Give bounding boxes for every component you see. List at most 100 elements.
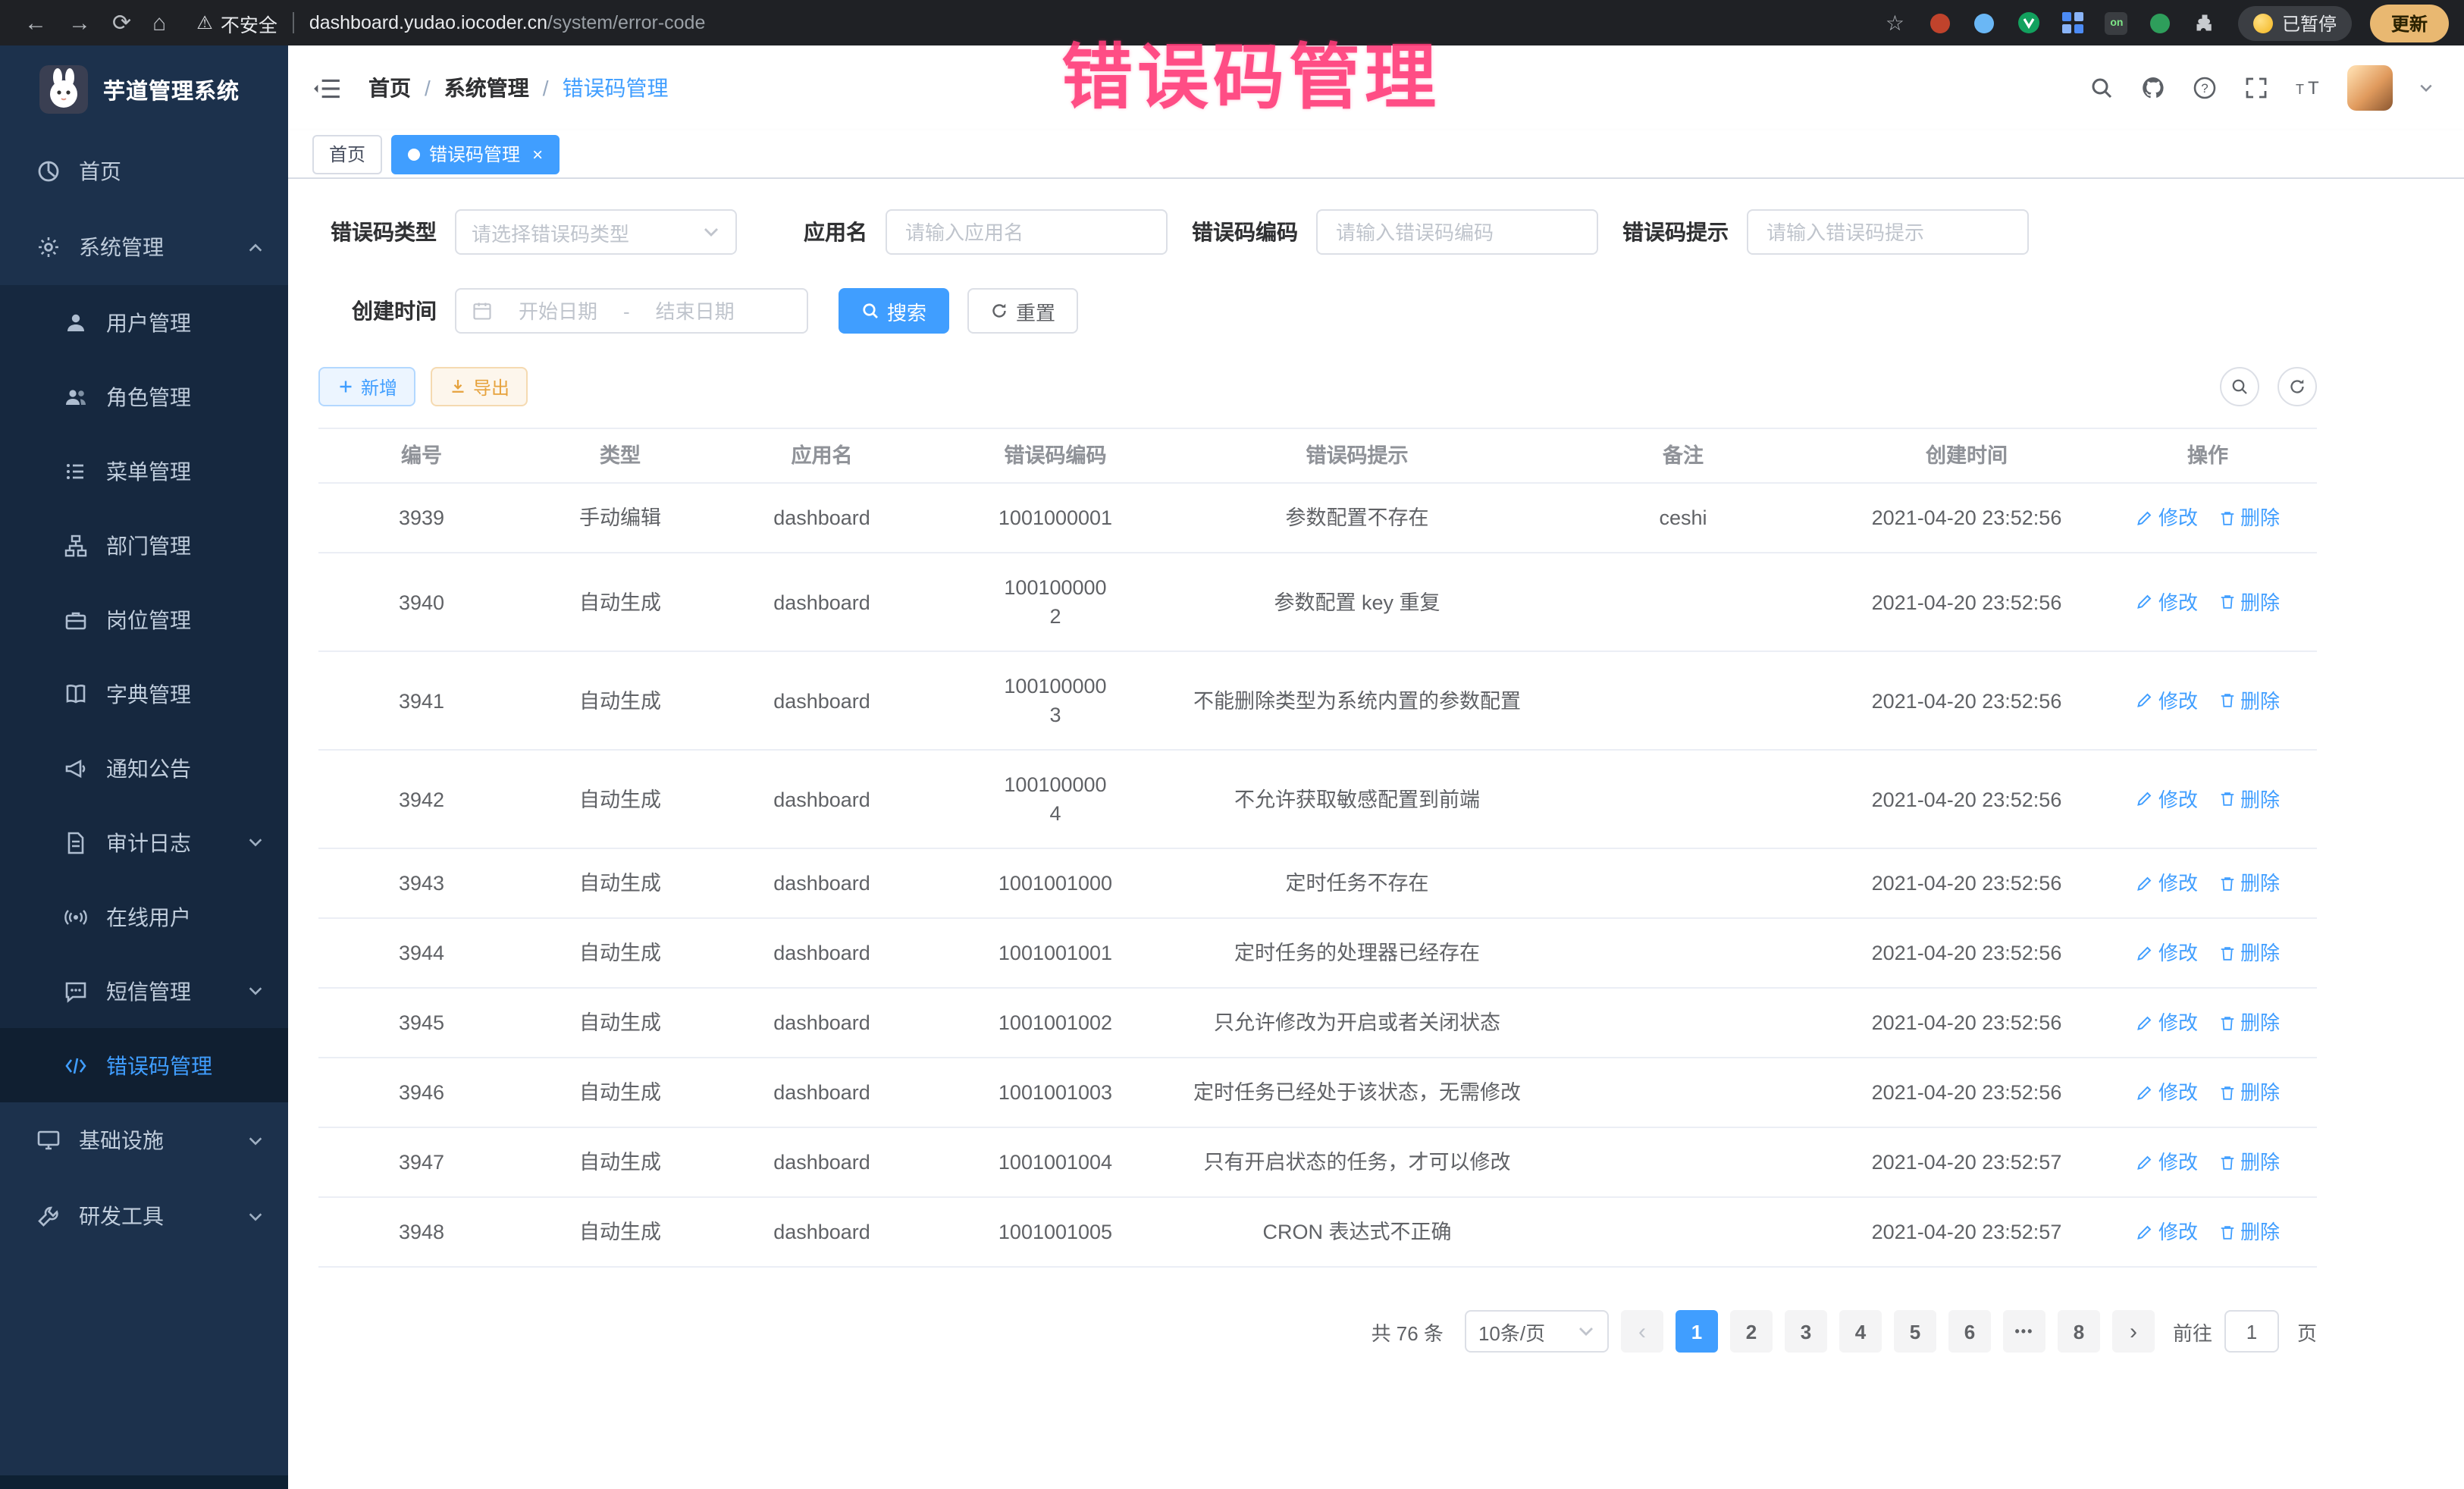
tag-label: 错误码管理	[429, 141, 520, 167]
sidebar-item-system-management[interactable]: 系统管理	[0, 209, 288, 285]
sidebar-item-role-management[interactable]: 角色管理	[0, 359, 288, 434]
browser-update-button[interactable]: 更新	[2370, 4, 2449, 42]
edit-link[interactable]: 修改	[2136, 939, 2198, 967]
pagination-ellipsis[interactable]: •••	[2003, 1310, 2045, 1353]
edit-link[interactable]: 修改	[2136, 1078, 2198, 1107]
delete-link[interactable]: 删除	[2218, 1078, 2280, 1107]
edit-link[interactable]: 修改	[2136, 785, 2198, 813]
create-time-range-picker[interactable]: -	[455, 288, 808, 334]
table-refresh-button[interactable]	[2277, 367, 2317, 406]
delete-link[interactable]: 删除	[2218, 686, 2280, 715]
error-type-label: 错误码类型	[318, 217, 455, 247]
pagination-page-2[interactable]: 2	[1730, 1310, 1773, 1353]
pagination-prev-button[interactable]: ‹	[1621, 1310, 1663, 1353]
paused-badge-label: 已暂停	[2282, 10, 2337, 36]
sidebar-item-error-code-management[interactable]: 错误码管理	[0, 1028, 288, 1102]
breadcrumb-current: 错误码管理	[563, 73, 669, 103]
extension-icon-green-check[interactable]	[2017, 11, 2041, 35]
extension-icon-red[interactable]	[1929, 11, 1953, 35]
tag-error-code-management[interactable]: 错误码管理 ×	[391, 134, 560, 174]
paused-badge[interactable]: 已暂停	[2238, 5, 2352, 40]
sidebar-item-home[interactable]: 首页	[0, 133, 288, 209]
extensions-area: on	[1929, 11, 2217, 35]
sidebar-item-audit-log[interactable]: 审计日志	[0, 805, 288, 879]
export-button[interactable]: 导出	[431, 367, 528, 406]
extension-icon-blue[interactable]	[1973, 11, 1997, 35]
edit-link[interactable]: 修改	[2136, 503, 2198, 532]
font-size-icon[interactable]: TT	[2296, 75, 2321, 101]
sidebar-item-infrastructure[interactable]: 基础设施	[0, 1102, 288, 1178]
delete-link[interactable]: 删除	[2218, 1218, 2280, 1246]
screen: ← → ⟳ ⌂ ⚠ 不安全 dashboard.yudao.iocoder.cn…	[0, 0, 2464, 1489]
breadcrumb-system-management[interactable]: 系统管理	[444, 73, 529, 103]
page-size-select[interactable]: 10条/页	[1465, 1310, 1609, 1353]
delete-link[interactable]: 删除	[2218, 503, 2280, 532]
goto-page-input[interactable]	[2224, 1310, 2279, 1353]
sidebar-collapse-icon[interactable]	[312, 77, 341, 99]
sidebar-item-dictionary-management[interactable]: 字典管理	[0, 657, 288, 731]
tag-close-icon[interactable]: ×	[532, 145, 543, 163]
delete-link[interactable]: 删除	[2218, 785, 2280, 813]
sidebar-item-post-management[interactable]: 岗位管理	[0, 582, 288, 657]
logo-row[interactable]: 芋道管理系统	[0, 45, 288, 133]
extension-icon-grid[interactable]	[2061, 11, 2085, 35]
app-name-input[interactable]	[905, 221, 1148, 243]
fullscreen-icon[interactable]	[2244, 75, 2270, 101]
pagination-next-button[interactable]: ›	[2112, 1310, 2155, 1353]
browser-home-icon[interactable]: ⌂	[152, 10, 166, 36]
cell-id: 3941	[318, 666, 525, 735]
pagination-page-4[interactable]: 4	[1839, 1310, 1882, 1353]
header-search-icon[interactable]	[2089, 75, 2115, 101]
pagination-page-8[interactable]: 8	[2058, 1310, 2100, 1353]
avatar-dropdown-caret-icon[interactable]	[2419, 80, 2434, 96]
sidebar-item-user-management[interactable]: 用户管理	[0, 285, 288, 359]
table-search-toggle-button[interactable]	[2220, 367, 2259, 406]
sidebar-item-online-users[interactable]: 在线用户	[0, 879, 288, 954]
cell-remark	[1531, 779, 1835, 819]
sidebar-item-notice[interactable]: 通知公告	[0, 731, 288, 805]
edit-link[interactable]: 修改	[2136, 1008, 2198, 1037]
error-code-input[interactable]	[1336, 221, 1578, 243]
end-date-input[interactable]	[639, 299, 751, 322]
edit-link[interactable]: 修改	[2136, 869, 2198, 898]
pagination-page-6[interactable]: 6	[1948, 1310, 1991, 1353]
cell-remark	[1531, 864, 1835, 903]
search-button[interactable]: 搜索	[839, 288, 949, 334]
start-date-input[interactable]	[502, 299, 614, 322]
reset-button[interactable]: 重置	[967, 288, 1078, 334]
delete-link[interactable]: 删除	[2218, 1148, 2280, 1177]
browser-back-icon[interactable]: ←	[24, 10, 47, 36]
github-icon[interactable]	[2141, 75, 2167, 101]
pagination-page-5[interactable]: 5	[1894, 1310, 1936, 1353]
add-button[interactable]: 新增	[318, 367, 415, 406]
error-hint-input[interactable]	[1766, 221, 2009, 243]
breadcrumb-home[interactable]: 首页	[368, 73, 411, 103]
sidebar-item-menu-management[interactable]: 菜单管理	[0, 434, 288, 508]
avatar[interactable]	[2347, 65, 2393, 111]
address-bar[interactable]: ⚠ 不安全 dashboard.yudao.iocoder.cn/system/…	[196, 8, 1929, 37]
edit-link[interactable]: 修改	[2136, 588, 2198, 616]
url-text[interactable]: dashboard.yudao.iocoder.cn/system/error-…	[309, 12, 706, 33]
extension-icon-on-badge[interactable]: on	[2105, 11, 2129, 35]
tag-home[interactable]: 首页	[312, 134, 382, 174]
browser-forward-icon[interactable]: →	[68, 10, 91, 36]
bookmark-star-icon[interactable]: ☆	[1886, 10, 1904, 36]
help-icon[interactable]: ?	[2193, 75, 2218, 101]
browser-refresh-icon[interactable]: ⟳	[112, 9, 131, 36]
sidebar-item-dev-tools[interactable]: 研发工具	[0, 1178, 288, 1254]
delete-link[interactable]: 删除	[2218, 869, 2280, 898]
extensions-puzzle-icon[interactable]	[2193, 11, 2217, 35]
delete-link[interactable]: 删除	[2218, 939, 2280, 967]
delete-link[interactable]: 删除	[2218, 588, 2280, 616]
pagination-page-3[interactable]: 3	[1785, 1310, 1827, 1353]
extension-icon-green[interactable]	[2149, 11, 2173, 35]
breadcrumb-separator: /	[425, 76, 431, 100]
sidebar-item-sms-management[interactable]: 短信管理	[0, 954, 288, 1028]
edit-link[interactable]: 修改	[2136, 686, 2198, 715]
edit-link[interactable]: 修改	[2136, 1218, 2198, 1246]
delete-link[interactable]: 删除	[2218, 1008, 2280, 1037]
edit-link[interactable]: 修改	[2136, 1148, 2198, 1177]
pagination-page-1[interactable]: 1	[1676, 1310, 1718, 1353]
error-type-select[interactable]: 请选择错误码类型	[455, 209, 737, 255]
sidebar-item-department-management[interactable]: 部门管理	[0, 508, 288, 582]
